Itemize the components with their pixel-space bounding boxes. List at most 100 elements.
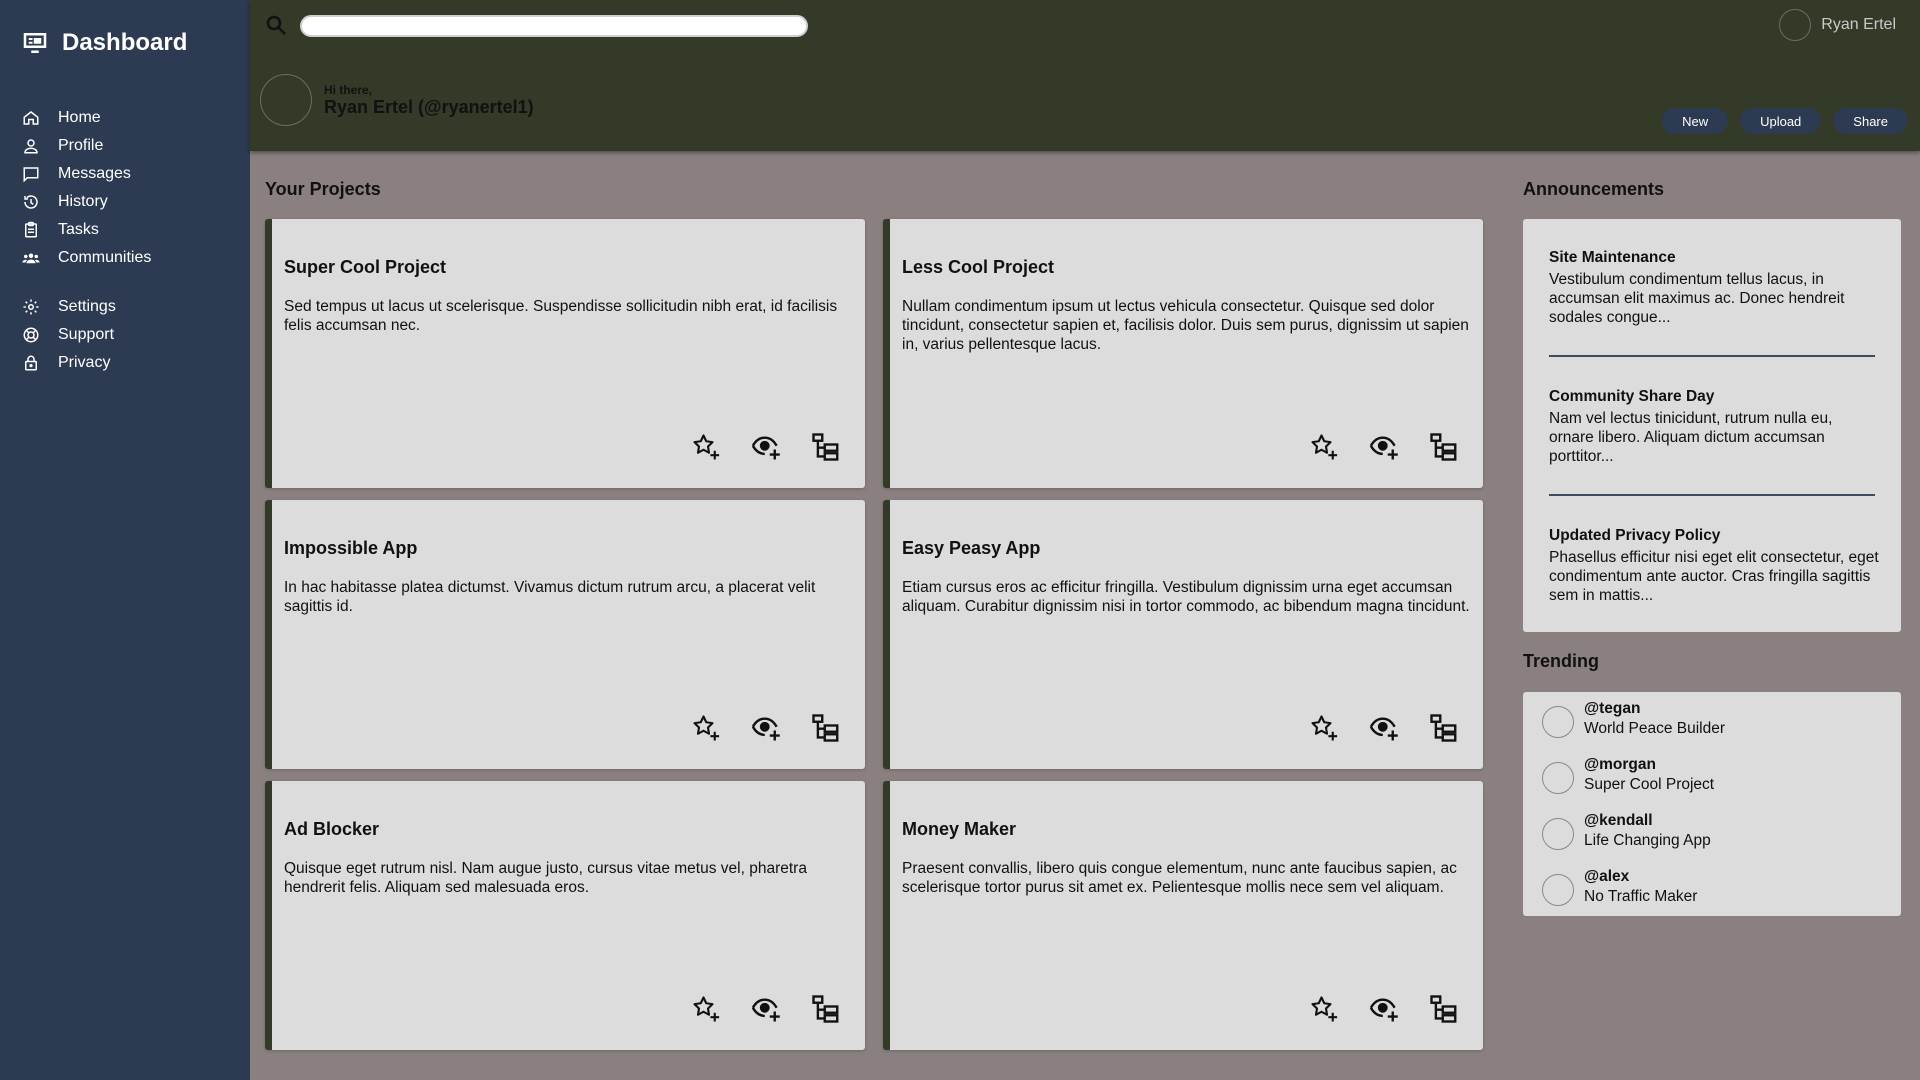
trending-item[interactable]: @tegan World Peace Builder bbox=[1542, 700, 1725, 738]
sidebar-nav-secondary: Settings Support Privacy bbox=[22, 293, 242, 377]
trending-title: Trending bbox=[1523, 651, 1599, 671]
watch-add-icon[interactable] bbox=[1369, 994, 1399, 1024]
announcement-item[interactable]: Community Share Day Nam vel lectus tinic… bbox=[1549, 388, 1879, 466]
trending-item[interactable]: @kendall Life Changing App bbox=[1542, 812, 1711, 850]
sidebar-item-communities[interactable]: Communities bbox=[22, 244, 242, 272]
sidebar-item-tasks[interactable]: Tasks bbox=[22, 216, 242, 244]
fork-icon[interactable] bbox=[1429, 713, 1459, 743]
avatar bbox=[1542, 874, 1574, 906]
project-card[interactable]: Impossible App In hac habitasse platea di… bbox=[265, 500, 865, 769]
announcement-item[interactable]: Site Maintenance Vestibulum condimentum … bbox=[1549, 249, 1879, 327]
project-card[interactable]: Money Maker Praesent convallis, libero qu… bbox=[883, 781, 1483, 1050]
sidebar-item-label: Communities bbox=[58, 249, 152, 266]
clipboard-icon bbox=[22, 221, 40, 239]
announcement-item[interactable]: Updated Privacy Policy Phasellus efficit… bbox=[1549, 527, 1879, 605]
project-description: In hac habitasse platea dictumst. Vivamu… bbox=[284, 579, 816, 615]
sidebar-item-label: Home bbox=[58, 109, 101, 126]
star-add-icon[interactable] bbox=[691, 432, 721, 462]
trending-handle: @kendall bbox=[1584, 812, 1653, 829]
share-button[interactable]: Share bbox=[1833, 108, 1908, 134]
announcement-body: Vestibulum condimentum tellus lacus, in … bbox=[1549, 271, 1845, 326]
trending-handle: @morgan bbox=[1584, 756, 1656, 773]
project-card[interactable]: Less Cool Project Nullam condimentum ipsu… bbox=[883, 219, 1483, 488]
sidebar-item-home[interactable]: Home bbox=[22, 104, 242, 132]
star-add-icon[interactable] bbox=[1309, 994, 1339, 1024]
sidebar-item-history[interactable]: History bbox=[22, 188, 242, 216]
watch-add-icon[interactable] bbox=[1369, 713, 1399, 743]
fork-icon[interactable] bbox=[811, 994, 841, 1024]
upload-button[interactable]: Upload bbox=[1740, 108, 1822, 134]
project-title: Impossible App bbox=[284, 538, 418, 558]
sidebar-item-label: Settings bbox=[58, 298, 116, 315]
trending-project: World Peace Builder bbox=[1584, 720, 1726, 737]
project-actions bbox=[1309, 994, 1459, 1024]
avatar bbox=[1542, 706, 1574, 738]
project-description: Quisque eget rutrum nisl. Nam augue just… bbox=[284, 860, 807, 896]
project-title: Easy Peasy App bbox=[902, 538, 1041, 558]
watch-add-icon[interactable] bbox=[1369, 432, 1399, 462]
avatar bbox=[1542, 818, 1574, 850]
sidebar-item-settings[interactable]: Settings bbox=[22, 293, 242, 321]
avatar[interactable] bbox=[1779, 9, 1812, 41]
watch-add-icon[interactable] bbox=[751, 432, 781, 462]
sidebar-item-messages[interactable]: Messages bbox=[22, 160, 242, 188]
project-card[interactable]: Easy Peasy App Etiam cursus eros ac effic… bbox=[883, 500, 1483, 769]
sidebar: Dashboard Home Profile Messages History … bbox=[0, 0, 250, 1080]
history-icon bbox=[22, 193, 40, 211]
star-add-icon[interactable] bbox=[1309, 713, 1339, 743]
message-icon bbox=[22, 165, 40, 183]
gear-icon bbox=[22, 298, 40, 316]
divider bbox=[1549, 355, 1875, 357]
fork-icon[interactable] bbox=[811, 432, 841, 462]
project-card[interactable]: Ad Blocker Quisque eget rutrum nisl. Nam … bbox=[265, 781, 865, 1050]
project-actions bbox=[691, 994, 841, 1024]
divider bbox=[1549, 494, 1875, 496]
fork-icon[interactable] bbox=[1429, 432, 1459, 462]
watch-add-icon[interactable] bbox=[751, 994, 781, 1024]
user-menu[interactable]: Ryan Ertel bbox=[1779, 9, 1896, 41]
trending-handle: @alex bbox=[1584, 868, 1630, 885]
sidebar-nav-main: Home Profile Messages History Tasks Comm… bbox=[22, 104, 242, 272]
project-card[interactable]: Super Cool Project Sed tempus ut lacus ut… bbox=[265, 219, 865, 488]
search-input[interactable] bbox=[300, 15, 808, 37]
trending-item[interactable]: @morgan Super Cool Project bbox=[1542, 756, 1714, 794]
project-description: Praesent convallis, libero quis congue e… bbox=[902, 860, 1457, 896]
star-add-icon[interactable] bbox=[691, 994, 721, 1024]
announcement-title: Site Maintenance bbox=[1549, 249, 1676, 266]
trending-item[interactable]: @alex No Traffic Maker bbox=[1542, 868, 1697, 906]
brand-title: Dashboard bbox=[62, 29, 188, 56]
project-title: Less Cool Project bbox=[902, 257, 1055, 277]
watch-add-icon[interactable] bbox=[751, 713, 781, 743]
group-icon bbox=[22, 249, 40, 267]
greeting-block: Hi there, Ryan Ertel (@ryanertel1) bbox=[260, 74, 534, 126]
search-icon[interactable] bbox=[264, 13, 288, 37]
monitor-icon bbox=[20, 28, 50, 58]
brand[interactable]: Dashboard bbox=[20, 28, 187, 58]
new-button[interactable]: New bbox=[1662, 108, 1729, 134]
fork-icon[interactable] bbox=[811, 713, 841, 743]
project-actions bbox=[691, 432, 841, 462]
profile-avatar[interactable] bbox=[260, 74, 312, 126]
sidebar-item-label: Messages bbox=[58, 165, 131, 182]
trending-panel: @tegan World Peace Builder @morgan Super… bbox=[1523, 692, 1901, 916]
project-description: Nullam condimentum ipsum ut lectus vehic… bbox=[902, 298, 1469, 353]
sidebar-item-label: History bbox=[58, 193, 108, 210]
support-icon bbox=[22, 326, 40, 344]
sidebar-item-privacy[interactable]: Privacy bbox=[22, 349, 242, 377]
star-add-icon[interactable] bbox=[691, 713, 721, 743]
trending-handle: @tegan bbox=[1584, 700, 1641, 717]
user-name: Ryan Ertel bbox=[1821, 16, 1896, 33]
announcement-title: Updated Privacy Policy bbox=[1549, 527, 1721, 544]
sidebar-item-label: Privacy bbox=[58, 354, 111, 371]
sidebar-item-profile[interactable]: Profile bbox=[22, 132, 242, 160]
project-actions bbox=[1309, 432, 1459, 462]
trending-project: Super Cool Project bbox=[1584, 776, 1715, 793]
sidebar-item-label: Support bbox=[58, 326, 115, 343]
announcements-title: Announcements bbox=[1523, 179, 1665, 199]
project-description: Sed tempus ut lacus ut scelerisque. Susp… bbox=[284, 298, 838, 334]
announcement-body: Phasellus efficitur nisi eget elit conse… bbox=[1549, 549, 1879, 604]
sidebar-item-support[interactable]: Support bbox=[22, 321, 242, 349]
sidebar-item-label: Profile bbox=[58, 137, 104, 154]
star-add-icon[interactable] bbox=[1309, 432, 1339, 462]
fork-icon[interactable] bbox=[1429, 994, 1459, 1024]
